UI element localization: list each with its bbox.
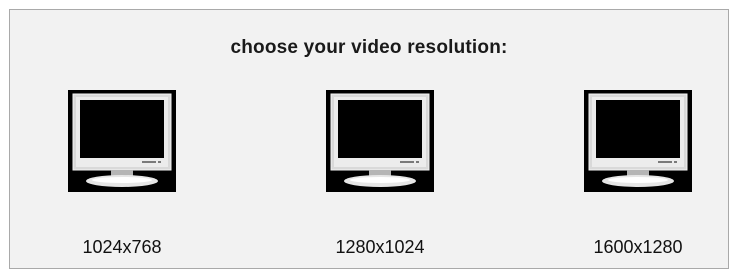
monitor-icon bbox=[584, 90, 692, 192]
option-label: 1280x1024 bbox=[335, 237, 425, 257]
resolution-option-1600x1280[interactable]: 1600x1280 bbox=[558, 90, 718, 270]
resolution-option-1280x1024[interactable]: 1280x1024 bbox=[300, 90, 460, 270]
resolution-panel: choose your video resolution: 1024x768 1… bbox=[9, 9, 729, 269]
resolution-option-1024x768[interactable]: 1024x768 bbox=[42, 90, 202, 270]
monitor-icon bbox=[68, 90, 176, 192]
page-title: choose your video resolution: bbox=[230, 37, 508, 58]
option-label: 1024x768 bbox=[82, 237, 162, 257]
option-label: 1600x1280 bbox=[593, 237, 683, 257]
monitor-icon bbox=[326, 90, 434, 192]
